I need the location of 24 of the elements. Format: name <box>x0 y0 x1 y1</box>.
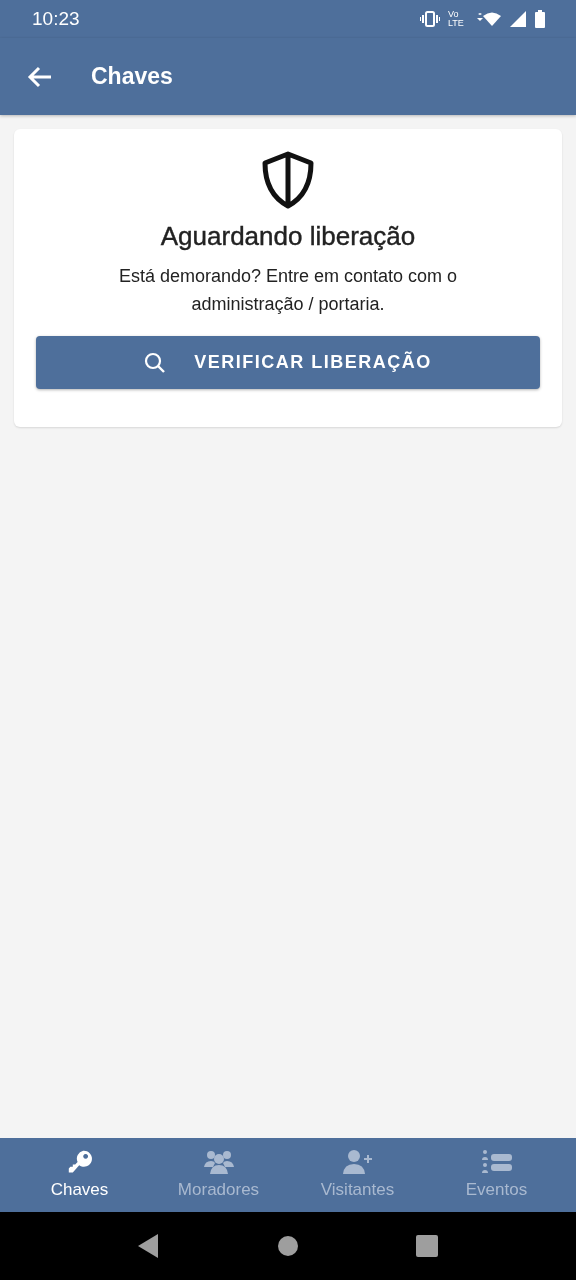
status-message: Está demorando? Entre em contato com o administração / portaria. <box>117 265 459 316</box>
nav-tab[interactable]: Chaves <box>10 1138 149 1212</box>
verify-button[interactable]: VERIFICAR LIBERAÇÃO <box>36 336 540 389</box>
battery-icon <box>534 10 546 28</box>
back-button[interactable] <box>27 65 53 88</box>
status-title: Aguardando liberação <box>160 221 416 252</box>
shield-icon <box>261 151 315 209</box>
wifi-icon <box>476 11 502 27</box>
signal-icon <box>510 11 526 27</box>
screen-title: Chaves <box>91 63 173 90</box>
search-icon <box>144 351 167 374</box>
home-icon[interactable] <box>277 1235 299 1257</box>
network-type: Vo LTE <box>448 10 465 28</box>
nav-tab[interactable]: Visitantes <box>288 1138 427 1212</box>
back-icon[interactable] <box>138 1234 161 1258</box>
nav-tab[interactable]: Eventos <box>427 1138 566 1212</box>
add-person-icon <box>342 1150 373 1174</box>
status-time: 10:23 <box>32 8 81 30</box>
recents-icon[interactable] <box>415 1235 438 1257</box>
vibrate-icon <box>420 11 440 27</box>
list-icon <box>481 1150 512 1174</box>
group-icon <box>203 1150 234 1174</box>
nav-tab[interactable]: Moradores <box>149 1138 288 1212</box>
key-icon <box>66 1150 93 1174</box>
